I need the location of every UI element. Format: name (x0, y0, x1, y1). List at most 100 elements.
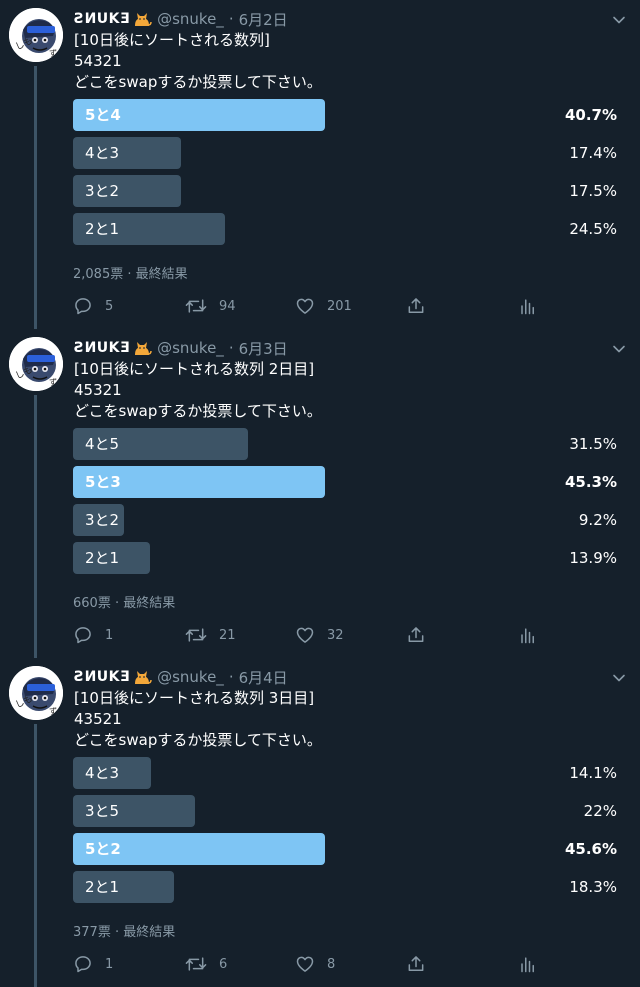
tweet-text: [10日後にソートされる数列] 54321 どこをswapするか投票して下さい。 (74, 30, 322, 93)
poll-option: 2と1 24.5% (73, 213, 623, 245)
retweet-count: 21 (219, 627, 236, 643)
reply-count: 5 (105, 298, 114, 314)
analytics-button[interactable] (517, 623, 537, 647)
retweet-button[interactable]: 21 (185, 623, 236, 647)
tweet-date[interactable]: 6月4日 (239, 667, 288, 688)
poll-option-percent: 40.7% (564, 106, 617, 124)
chevron-down-icon[interactable] (612, 670, 626, 684)
display-name[interactable]: ꙄИUKƎ (74, 340, 130, 356)
poll-option-label: 3と2 (85, 511, 120, 529)
thread-line (34, 66, 37, 329)
handle[interactable]: @snuke_ (157, 339, 224, 357)
poll: 5と4 40.7% 4と3 17.4% 3と2 17.5% 2と1 24.5% (73, 99, 623, 251)
poll-option: 5と3 45.3% (73, 466, 623, 498)
poll-option: 2と1 13.9% (73, 542, 623, 574)
poll-option-label: 3と5 (85, 802, 120, 820)
svg-text:ず: ず (49, 377, 57, 387)
retweet-button[interactable]: 6 (185, 952, 227, 976)
share-button[interactable] (406, 952, 426, 976)
like-icon (295, 296, 315, 316)
reply-button[interactable]: 1 (73, 623, 113, 647)
poll-option: 3と2 17.5% (73, 175, 623, 207)
retweet-icon (185, 625, 207, 645)
poll-option: 4と5 31.5% (73, 428, 623, 460)
handle[interactable]: @snuke_ (157, 10, 224, 28)
like-count: 32 (327, 627, 344, 643)
share-icon (406, 625, 426, 645)
chevron-down-icon[interactable] (612, 12, 626, 26)
avatar[interactable]: しもず (9, 8, 63, 62)
poll-option: 2と1 18.3% (73, 871, 623, 903)
share-button[interactable] (406, 294, 426, 318)
poll-option-label: 5と3 (85, 473, 121, 491)
share-button[interactable] (406, 623, 426, 647)
action-bar: 1 6 8 (73, 952, 543, 976)
analytics-icon (517, 296, 537, 316)
retweet-icon (185, 296, 207, 316)
poll-option-label: 5と4 (85, 106, 121, 124)
reply-icon (73, 954, 93, 974)
tweet[interactable]: しもず ꙄИUKƎ @snuke_ · 6月3日 [10日後にソートされる数列 2日目] 4… (0, 329, 640, 658)
like-button[interactable]: 8 (295, 952, 335, 976)
poll-option: 3と2 9.2% (73, 504, 623, 536)
tweet-text: [10日後にソートされる数列 3日目] 43521 どこをswapするか投票して下さ… (74, 688, 322, 751)
analytics-button[interactable] (517, 294, 537, 318)
poll-option-percent: 45.6% (564, 840, 617, 858)
cat-emoji-icon (132, 667, 152, 687)
poll-option-label: 3と2 (85, 182, 120, 200)
poll-option: 4と3 14.1% (73, 757, 623, 789)
share-icon (406, 954, 426, 974)
poll-option-label: 4と3 (85, 764, 120, 782)
poll-meta: 660票 · 最終結果 (73, 596, 176, 611)
cat-emoji-icon (132, 338, 152, 358)
poll-option-label: 4と3 (85, 144, 120, 162)
poll-option: 5と2 45.6% (73, 833, 623, 865)
tweet-text-line: [10日後にソートされる数列] (74, 31, 270, 49)
cat-emoji-icon (132, 9, 152, 29)
handle[interactable]: @snuke_ (157, 668, 224, 686)
reply-count: 1 (105, 956, 114, 972)
tweet-text-line: どこをswapするか投票して下さい。 (74, 402, 322, 420)
poll-meta: 377票 · 最終結果 (73, 925, 176, 940)
tweet-header: ꙄИUKƎ @snuke_ · 6月2日 (74, 7, 288, 31)
tweet-text-line: 43521 (74, 710, 122, 728)
like-count: 201 (327, 298, 352, 314)
avatar[interactable]: しもず (9, 337, 63, 391)
poll-option: 5と4 40.7% (73, 99, 623, 131)
tweet[interactable]: しもず ꙄИUKƎ @snuke_ · 6月2日 [10日後にソートされる数列] 54321… (0, 0, 640, 329)
poll-option-percent: 17.4% (569, 144, 617, 162)
avatar[interactable]: しもず (9, 666, 63, 720)
tweet-text-line: どこをswapするか投票して下さい。 (74, 731, 322, 749)
retweet-count: 94 (219, 298, 236, 314)
thread-line (34, 724, 37, 987)
poll-option-percent: 17.5% (569, 182, 617, 200)
reply-icon (73, 296, 93, 316)
analytics-icon (517, 625, 537, 645)
tweet-date[interactable]: 6月2日 (239, 9, 288, 30)
tweet[interactable]: しもず ꙄИUKƎ @snuke_ · 6月4日 [10日後にソートされる数列 3日目] 4… (0, 658, 640, 987)
poll-option-label: 4と5 (85, 435, 120, 453)
like-button[interactable]: 201 (295, 294, 352, 318)
tweet-date[interactable]: 6月3日 (239, 338, 288, 359)
display-name[interactable]: ꙄИUKƎ (74, 669, 130, 685)
tweet-header: ꙄИUKƎ @snuke_ · 6月4日 (74, 665, 288, 689)
poll-option-percent: 45.3% (564, 473, 617, 491)
thread-line (34, 395, 37, 658)
like-icon (295, 625, 315, 645)
retweet-button[interactable]: 94 (185, 294, 236, 318)
reply-button[interactable]: 1 (73, 952, 113, 976)
tweet-text-line: どこをswapするか投票して下さい。 (74, 73, 322, 91)
poll-option: 4と3 17.4% (73, 137, 623, 169)
reply-button[interactable]: 5 (73, 294, 113, 318)
poll-option-label: 2と1 (85, 549, 120, 567)
display-name[interactable]: ꙄИUKƎ (74, 11, 130, 27)
analytics-button[interactable] (517, 952, 537, 976)
poll-option-label: 5と2 (85, 840, 121, 858)
like-count: 8 (327, 956, 336, 972)
tweet-header: ꙄИUKƎ @snuke_ · 6月3日 (74, 336, 288, 360)
reply-count: 1 (105, 627, 114, 643)
analytics-icon (517, 954, 537, 974)
chevron-down-icon[interactable] (612, 341, 626, 355)
like-button[interactable]: 32 (295, 623, 344, 647)
retweet-count: 6 (219, 956, 228, 972)
